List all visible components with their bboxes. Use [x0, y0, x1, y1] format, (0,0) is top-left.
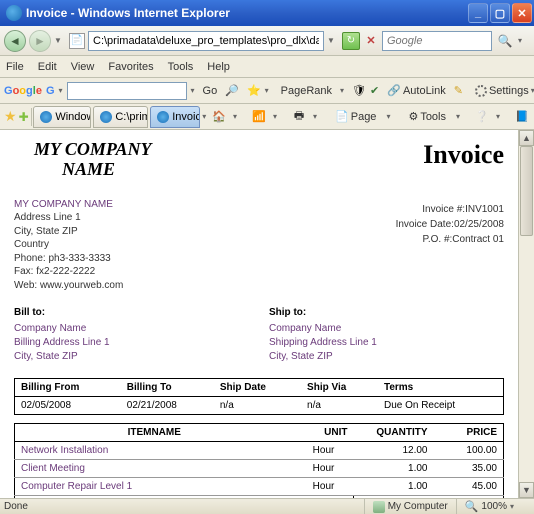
document-content: MY COMPANY NAME Invoice MY COMPANY NAME … — [0, 130, 518, 498]
company-address: MY COMPANY NAME Address Line 1 City, Sta… — [14, 198, 123, 293]
minimize-button[interactable]: _ — [468, 3, 488, 23]
company-title: MY COMPANY NAME — [14, 140, 152, 180]
help-button[interactable]: ❔ — [474, 109, 490, 125]
google-g-icon[interactable]: G — [46, 84, 55, 98]
table-row: Computer Repair Level 1 Hour 1.00 45.00 — [15, 478, 504, 496]
back-button[interactable]: ◄ — [4, 30, 26, 52]
feeds-button[interactable]: 📶 — [251, 109, 267, 125]
forward-button[interactable]: ► — [29, 30, 51, 52]
table-row: Network Installation Hour 12.00 100.00 — [15, 442, 504, 460]
address-dropdown[interactable]: ▼ — [327, 36, 339, 45]
menu-help[interactable]: Help — [207, 61, 230, 73]
table-row: Client Meeting Hour 1.00 35.00 — [15, 460, 504, 478]
zone-icon — [373, 501, 385, 513]
google-go-button[interactable]: Go — [199, 83, 222, 99]
menu-tools[interactable]: Tools — [168, 61, 194, 73]
menu-edit[interactable]: Edit — [38, 61, 57, 73]
tab-invoice[interactable]: Invoice✕ — [150, 106, 200, 128]
menu-view[interactable]: View — [71, 61, 95, 73]
pagerank-button[interactable]: PageRank — [277, 83, 336, 99]
page-menu-button[interactable]: 📄Page — [331, 108, 380, 125]
invoice-title: Invoice — [423, 140, 504, 170]
tab-list-dropdown[interactable]: ▾ — [202, 112, 209, 121]
tab-windows[interactable]: Windows s... — [33, 106, 91, 128]
ship-to-block: Ship to: Company Name Shipping Address L… — [269, 306, 504, 364]
tab-bar: ★ ✚ Windows s... C:\primad... Invoice✕ ▾… — [0, 104, 534, 130]
stop-button[interactable]: ✕ — [363, 33, 379, 49]
scroll-track[interactable] — [519, 146, 534, 482]
status-text: Done — [4, 501, 364, 512]
nav-history-dropdown[interactable]: ▼ — [54, 36, 66, 45]
maximize-button[interactable]: ▢ — [490, 3, 510, 23]
settings-icon — [475, 85, 487, 97]
window-close-button[interactable]: ✕ — [512, 3, 532, 23]
autolink-button[interactable]: 🔗AutoLink — [383, 82, 450, 99]
google-search-dropdown[interactable]: ▾ — [191, 86, 195, 95]
zoom-control[interactable]: 🔍 100% ▾ — [456, 499, 530, 514]
print-button[interactable]: 🖶 — [291, 109, 307, 125]
spellcheck-icon[interactable]: ✔ — [370, 84, 379, 98]
bookmark-icon[interactable]: ⭐ — [247, 84, 261, 98]
status-bar: Done My Computer 🔍 100% ▾ — [0, 498, 534, 514]
tab-primadata[interactable]: C:\primad... — [93, 106, 148, 128]
tools-menu-button[interactable]: ⚙Tools — [404, 108, 450, 125]
research-button[interactable]: 📘 — [514, 109, 530, 125]
command-bar: 🏠▾ 📶▾ 🖶▾ 📄Page▾ ⚙Tools▾ ❔▾ 📘 — [211, 108, 530, 125]
browser-search-input[interactable] — [382, 31, 492, 51]
tab-icon — [157, 111, 169, 123]
scroll-thumb[interactable] — [520, 146, 533, 236]
vertical-scrollbar[interactable]: ▲ ▼ — [518, 130, 534, 498]
menu-file[interactable]: File — [6, 61, 24, 73]
tab-icon — [100, 111, 112, 123]
favorites-center-button[interactable]: ★ — [4, 108, 17, 126]
zoom-icon: 🔍 — [465, 500, 479, 513]
window-title: Invoice - Windows Internet Explorer — [26, 6, 468, 20]
popup-blocker-icon[interactable]: 🛡 — [352, 84, 366, 98]
menu-bar: File Edit View Favorites Tools Help — [0, 56, 534, 78]
refresh-button[interactable]: ↻ — [342, 32, 360, 50]
window-titlebar: Invoice - Windows Internet Explorer _ ▢ … — [0, 0, 534, 26]
autofill-icon[interactable]: ✎ — [454, 84, 463, 98]
line-items-table: ITEMNAME UNIT QUANTITY PRICE Network Ins… — [14, 423, 504, 498]
scroll-down-button[interactable]: ▼ — [519, 482, 534, 498]
page-icon: 📄 — [69, 33, 85, 49]
navigation-bar: ◄ ► ▼ 📄 ▼ ↻ ✕ 🔍 ▾ — [0, 26, 534, 56]
shipping-info-table: Billing From Billing To Ship Date Ship V… — [14, 378, 504, 415]
bill-to-block: Bill to: Company Name Billing Address Li… — [14, 306, 249, 364]
search-button[interactable]: 🔍 — [495, 31, 515, 51]
home-button[interactable]: 🏠 — [211, 109, 227, 125]
invoice-meta: Invoice #:INV1001 Invoice Date:02/25/200… — [396, 198, 504, 293]
menu-favorites[interactable]: Favorites — [108, 61, 153, 73]
tab-icon — [40, 111, 52, 123]
security-zone[interactable]: My Computer — [364, 499, 456, 514]
google-logo: Google — [4, 85, 42, 97]
scroll-up-button[interactable]: ▲ — [519, 130, 534, 146]
google-toolbar: Google G▾ ▾ Go 🔎 ⭐▾ PageRank▾ 🛡 ✔ 🔗AutoL… — [0, 78, 534, 104]
ie-icon — [6, 5, 22, 21]
add-favorite-button[interactable]: ✚ — [19, 108, 29, 126]
address-bar[interactable] — [88, 31, 324, 51]
google-search-input[interactable] — [67, 82, 187, 100]
toolbar-settings-button[interactable]: Settings▾ — [471, 83, 534, 99]
search-site-icon[interactable]: 🔎 — [225, 84, 239, 98]
search-dropdown[interactable]: ▾ — [518, 36, 530, 45]
